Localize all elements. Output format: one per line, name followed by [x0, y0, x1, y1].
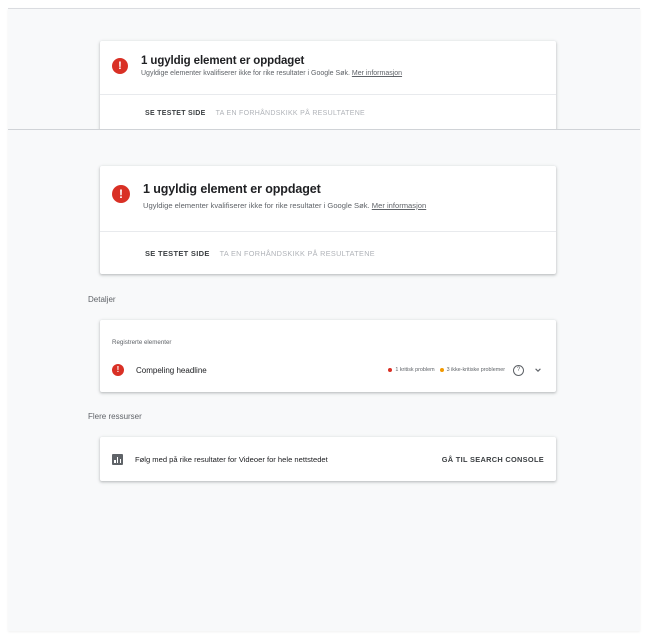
alert-title: 1 ugyldig element er oppdaget: [141, 55, 305, 67]
alert-description: Ugyldige elementer kvalifiserer ikke for…: [141, 70, 402, 77]
preview-results-button: TA EN FORHÅNDSKIKK PÅ RESULTATENE: [219, 248, 375, 258]
more-info-link[interactable]: Mer informasjon: [372, 201, 426, 210]
invalid-items-alert-card: ! 1 ugyldig element er oppdaget Ugyldige…: [100, 166, 556, 274]
alert-description-text: Ugyldige elementer kvalifiserer ikke for…: [143, 201, 370, 210]
view-tested-page-button[interactable]: SE TESTET SIDE: [145, 110, 206, 117]
issue-summary: 1 kritisk problem 3 ikke-kritiske proble…: [383, 364, 542, 376]
detected-item-row[interactable]: ! Compeling headline 1 kritisk problem 3…: [112, 362, 542, 378]
error-icon: !: [112, 58, 128, 74]
chevron-down-icon[interactable]: [534, 366, 542, 374]
sticky-header-band: ! 1 ugyldig element er oppdaget Ugyldige…: [8, 9, 640, 130]
detected-item-name: Compeling headline: [136, 365, 207, 375]
noncritical-issues-count: 3 ikke-kritiske problemer: [446, 367, 505, 373]
critical-issues-count: 1 kritisk problem: [395, 367, 435, 373]
alert-description: Ugyldige elementer kvalifiserer ikke for…: [143, 201, 426, 210]
detected-items-card: Registrerte elementer ! Compeling headli…: [100, 320, 556, 392]
view-tested-page-button[interactable]: SE TESTET SIDE: [145, 249, 210, 258]
resources-card: Følg med på rike resultater for Videoer …: [100, 437, 556, 481]
detected-items-title: Registrerte elementer: [112, 339, 172, 346]
alert-title: 1 ugyldig element er oppdaget: [143, 182, 321, 196]
alert-actions: SE TESTET SIDE TA EN FORHÅNDSKIKK PÅ RES…: [100, 231, 556, 274]
critical-issues: 1 kritisk problem: [388, 367, 435, 373]
alert-actions: SE TESTET SIDE TA EN FORHÅNDSKIKK PÅ RES…: [100, 94, 556, 129]
help-icon[interactable]: ?: [513, 364, 524, 376]
page-frame: ! 1 ugyldig element er oppdaget Ugyldige…: [8, 8, 640, 631]
alert-description-text: Ugyldige elementer kvalifiserer ikke for…: [141, 70, 350, 77]
go-to-search-console-link[interactable]: GÅ TIL SEARCH CONSOLE: [442, 455, 544, 464]
resources-text: Følg med på rike resultater for Videoer …: [135, 454, 328, 464]
preview-results-button: TA EN FORHÅNDSKIKK PÅ RESULTATENE: [215, 109, 366, 117]
more-info-link[interactable]: Mer informasjon: [352, 70, 402, 77]
error-icon: !: [112, 364, 124, 376]
critical-dot-icon: [388, 368, 393, 372]
resources-section-label: Flere ressurser: [88, 412, 142, 421]
noncritical-issues: 3 ikke-kritiske problemer: [439, 367, 505, 373]
warning-dot-icon: [439, 368, 444, 372]
invalid-items-alert-card-compact: ! 1 ugyldig element er oppdaget Ugyldige…: [100, 41, 556, 129]
error-icon: !: [112, 185, 130, 203]
report-chart-icon: [112, 453, 123, 465]
details-section-label: Detaljer: [88, 295, 116, 304]
